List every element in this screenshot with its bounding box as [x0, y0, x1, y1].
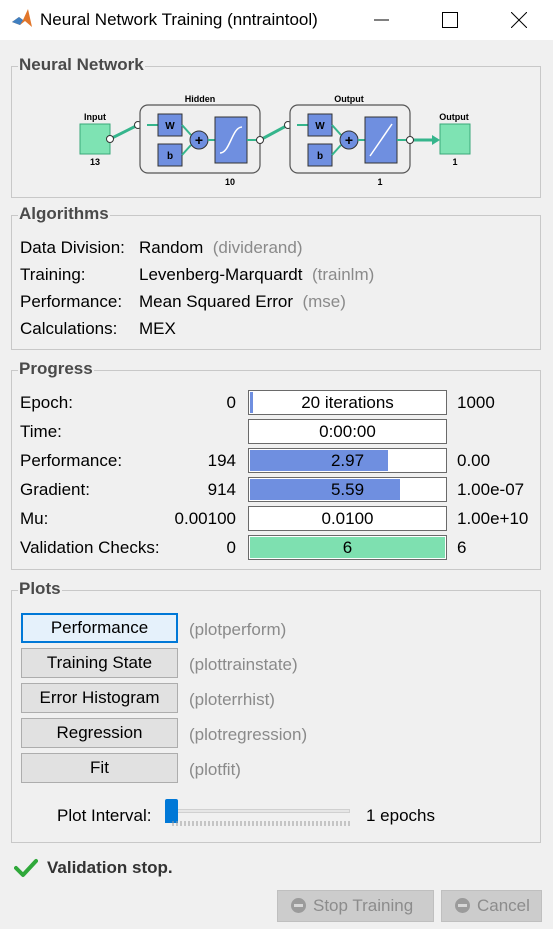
minimize-button[interactable]: [348, 0, 416, 40]
algorithm-value-group: Mean Squared Error (mse): [139, 292, 346, 312]
minimize-icon: [374, 19, 389, 21]
neural-network-panel: Neural Network Input 13 Hidden W b + 10 …: [11, 55, 541, 198]
progress-min: 0: [226, 538, 236, 557]
progress-label: Epoch:: [20, 393, 73, 412]
algorithm-func: (dividerand): [212, 238, 303, 257]
progress-min: 194: [207, 451, 236, 470]
progress-bar: 0:00:00: [248, 419, 447, 444]
plot-fit-func: (plotfit): [189, 760, 241, 779]
stop-training-button[interactable]: Stop Training: [277, 890, 434, 922]
slider-ticks: [172, 821, 350, 826]
svg-text:+: +: [345, 132, 353, 148]
plot-performance-func: (plotperform): [189, 620, 287, 639]
output-label: Output: [439, 112, 469, 122]
plots-panel: Plots Performance (plotperform) Training…: [11, 579, 541, 843]
output-layer-label: Output: [334, 94, 364, 104]
plot-interval-label: Plot Interval:: [57, 806, 152, 825]
algorithm-value-group: Levenberg-Marquardt (trainlm): [139, 265, 374, 285]
algorithm-value: Mean Squared Error: [139, 292, 294, 311]
output-weight-symbol: W: [315, 121, 325, 132]
algorithm-label: Calculations:: [20, 319, 118, 338]
progress-bar: 20 iterations: [248, 390, 447, 415]
panel-title-algorithms: Algorithms: [18, 204, 110, 224]
progress-max: 1.00e-07: [457, 480, 525, 499]
output-size: 1: [452, 157, 457, 167]
panel-title-plots: Plots: [18, 579, 62, 599]
plot-error-histogram-button[interactable]: Error Histogram: [21, 683, 178, 713]
algorithm-func: (mse): [302, 292, 346, 311]
hidden-bias-symbol: b: [167, 151, 173, 162]
plot-interval-slider-thumb[interactable]: [165, 799, 178, 823]
plot-training-state-button[interactable]: Training State: [21, 648, 178, 678]
maximize-icon: [442, 12, 458, 28]
hidden-size: 10: [225, 177, 235, 187]
progress-bar: 5.59: [248, 477, 447, 502]
panel-title-progress: Progress: [18, 359, 94, 379]
progress-current: 5.59: [330, 480, 365, 499]
progress-label: Mu:: [20, 509, 49, 528]
algorithm-func: (trainlm): [311, 265, 375, 284]
progress-max: 1.00e+10: [457, 509, 529, 528]
maximize-button[interactable]: [416, 0, 484, 40]
progress-min: 0: [226, 393, 236, 412]
progress-label: Performance:: [20, 451, 123, 470]
algorithm-label: Training:: [20, 265, 86, 284]
input-label: Input: [84, 112, 106, 122]
cancel-button[interactable]: Cancel: [441, 890, 542, 922]
title-bar[interactable]: Neural Network Training (nntraintool): [0, 0, 553, 40]
progress-label: Gradient:: [20, 480, 90, 499]
plot-regression-button[interactable]: Regression: [21, 718, 178, 748]
output-layer-size: 1: [377, 177, 382, 187]
progress-bar: 0.0100: [248, 506, 447, 531]
plot-fit-button[interactable]: Fit: [21, 753, 178, 783]
close-button[interactable]: [485, 0, 553, 40]
progress-current: 6: [342, 538, 353, 557]
progress-label: Time:: [20, 422, 62, 441]
algorithm-value: Levenberg-Marquardt: [139, 265, 303, 284]
svg-text:+: +: [195, 132, 203, 148]
algorithm-value: Random: [139, 238, 204, 257]
progress-bar: 2.97: [248, 448, 447, 473]
cancel-icon: [455, 898, 470, 913]
cancel-label: Cancel: [477, 896, 530, 915]
algorithm-label: Performance:: [20, 292, 123, 311]
algorithm-value-group: MEX: [139, 319, 176, 339]
algorithm-value-group: Random (dividerand): [139, 238, 302, 258]
progress-current: 20 iterations: [301, 393, 394, 412]
hidden-label: Hidden: [185, 94, 216, 104]
progress-max: 1000: [457, 393, 495, 412]
matlab-icon: [12, 9, 32, 27]
progress-current: 0.0100: [321, 509, 374, 528]
input-size: 13: [90, 157, 100, 167]
plot-error-histogram-func: (ploterrhist): [189, 690, 275, 709]
network-diagram: Input 13 Hidden W b + 10 Output W b + 1 …: [79, 94, 471, 187]
input-block: [79, 123, 111, 155]
progress-label: Validation Checks:: [20, 538, 160, 557]
stop-icon: [291, 898, 306, 913]
output-block: [439, 123, 471, 155]
algorithm-value: MEX: [139, 319, 176, 338]
checkmark-icon: [14, 859, 38, 877]
plot-training-state-func: (plottrainstate): [189, 655, 298, 674]
close-icon: [511, 12, 527, 28]
status-message: Validation stop.: [47, 858, 173, 877]
plot-regression-func: (plotregression): [189, 725, 308, 744]
progress-panel: Progress Epoch: 0 20 iterations 1000 Time: 0:…: [11, 359, 541, 570]
progress-current: 2.97: [330, 451, 365, 470]
progress-min: 0.00100: [174, 509, 236, 528]
output-bias-symbol: b: [317, 151, 323, 162]
plot-performance-button[interactable]: Performance: [21, 613, 178, 643]
algorithms-panel: Algorithms Data Division: Random (divide…: [11, 204, 541, 350]
plot-interval-value: 1 epochs: [366, 806, 435, 825]
progress-current: 0:00:00: [319, 422, 376, 441]
window-title: Neural Network Training (nntraintool): [40, 10, 318, 29]
progress-max: 6: [457, 538, 467, 557]
stop-training-label: Stop Training: [313, 896, 414, 915]
plot-interval-track[interactable]: [172, 809, 350, 813]
algorithm-label: Data Division:: [20, 238, 125, 257]
hidden-weight-symbol: W: [165, 121, 175, 132]
progress-bar: 6: [248, 535, 447, 560]
progress-min: 914: [207, 480, 236, 499]
progress-max: 0.00: [457, 451, 491, 470]
